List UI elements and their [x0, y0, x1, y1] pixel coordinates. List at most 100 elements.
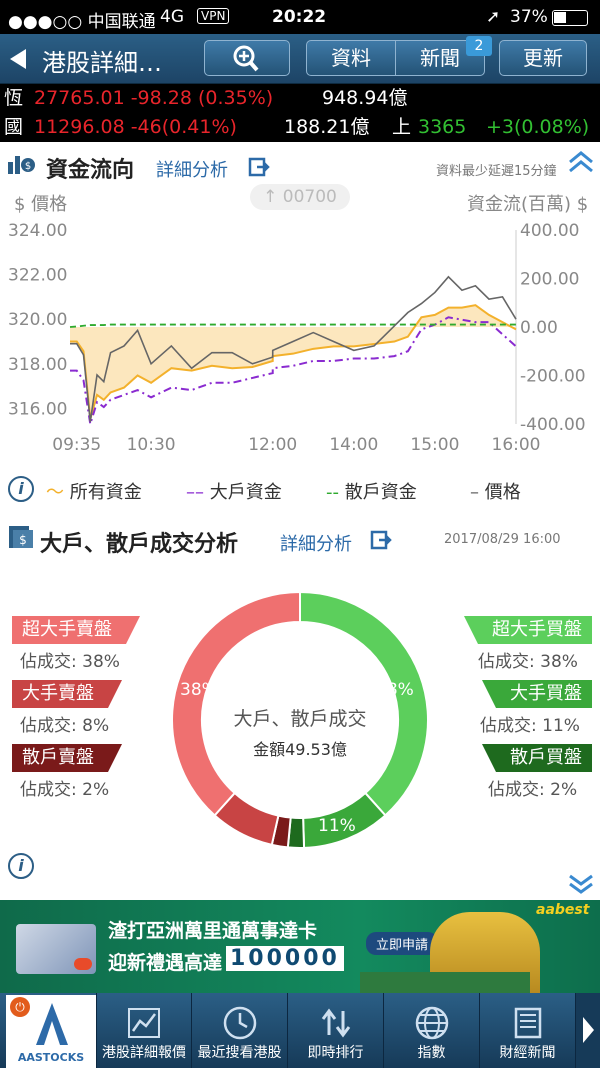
open-external-icon[interactable] — [248, 156, 270, 178]
y-right-tick-label: -400.00 — [520, 415, 586, 435]
tab-quote-detail[interactable]: 港股詳細報價 — [96, 993, 192, 1068]
vpn-badge: VPN — [197, 8, 230, 24]
legend-swatch-icon: –– — [186, 482, 210, 503]
ad-apply-button[interactable]: 立即申請 — [366, 932, 439, 955]
tab-recent-stocks[interactable]: 最近搜看港股 — [192, 993, 288, 1068]
fund-flow-detail-link[interactable]: 詳細分析 — [156, 156, 228, 182]
network: 4G — [160, 7, 184, 27]
y-left-tick-label: 322.00 — [8, 266, 67, 286]
up-label: 上 — [392, 116, 412, 138]
aastocks-logo-tab[interactable]: ⏻ AASTOCKS — [6, 995, 96, 1068]
retail-buy-label: 散戶買盤 — [482, 744, 592, 772]
x-tick-label: 10:30 — [127, 435, 176, 455]
hsi-label: 恆 — [4, 87, 24, 109]
x-tick-label: 09:35 — [52, 435, 101, 455]
clock-icon — [223, 1006, 256, 1040]
ad-banner[interactable]: 渣打亞洲萬里通萬事達卡 迎新禮遇高達 100000 立即申請 aabest — [0, 900, 600, 993]
hscei-label: 國 — [4, 116, 24, 138]
super-large-sell-label: 超大手賣盤 — [12, 616, 140, 644]
flow-axis-label: 資金流(百萬) $ — [467, 194, 589, 215]
battery-percent: 37% — [510, 7, 548, 27]
back-arrow-icon[interactable] — [10, 49, 26, 69]
large-sell-label: 大手賣盤 — [12, 680, 122, 708]
donut-label-buy-big: 38% — [376, 680, 414, 700]
ad-table-image — [360, 972, 530, 993]
hscei-turnover: 188.21億 — [284, 116, 370, 138]
info-icon[interactable]: i — [8, 476, 34, 502]
trade-analysis-title: 大戶、散戶成交分析 — [40, 532, 239, 557]
index-bar: 恆 27765.01 -98.28 (0.35%) 948.94億 國 1129… — [0, 84, 600, 142]
legend-price: – 價格 — [470, 482, 521, 503]
power-icon: ⏻ — [10, 997, 30, 1017]
donut-label-sell-big: 38% — [180, 680, 218, 700]
legend-swatch-icon: 〜 — [46, 482, 70, 503]
up-change: +3(0.08%) — [486, 116, 590, 138]
ad-amount: 100000 — [226, 946, 344, 971]
trade-timestamp: 2017/08/29 16:00 — [444, 532, 561, 547]
aastocks-logo-icon — [36, 1003, 68, 1045]
y-left-tick-label: 318.00 — [8, 355, 67, 375]
refresh-button[interactable]: 更新 — [499, 40, 587, 76]
tab-index[interactable]: 指數 — [384, 993, 480, 1068]
super-large-buy-share: 佔成交: 38% — [478, 652, 578, 672]
chart-icon — [128, 1008, 160, 1038]
legend-swatch-icon: – — [470, 482, 485, 503]
tab-bar: ⏻ AASTOCKS 港股詳細報價 最近搜看港股 即時排行 指數 財經新聞 — [0, 993, 600, 1068]
svg-text:$: $ — [25, 161, 31, 172]
location-arrow-icon: ➚ — [486, 7, 501, 27]
tab-scroll-right[interactable] — [576, 993, 600, 1068]
carrier: ●●●○○ 中国联通 — [8, 12, 156, 32]
mastercard-logo-icon — [74, 958, 92, 970]
search-button[interactable] — [204, 40, 290, 76]
tab-info[interactable]: 資料 — [306, 40, 396, 76]
globe-icon — [415, 1006, 448, 1040]
retail-sell-label: 散戶賣盤 — [12, 744, 122, 772]
credit-card-image — [16, 924, 96, 974]
fund-flow-chart: 324.00 322.00 320.00 318.00 316.00 400.00 200.… — [8, 221, 586, 455]
fund-flow-title: 資金流向 — [46, 158, 135, 183]
open-external-icon[interactable] — [370, 529, 392, 551]
super-large-sell-share: 佔成交: 38% — [20, 652, 120, 672]
up-down-arrows-icon — [321, 1008, 350, 1038]
expand-chevron-icon[interactable] — [566, 872, 596, 896]
status-bar: ●●●○○ 中国联通 4G VPN 20:22 ➚ 37% — [0, 0, 600, 34]
x-tick-label: 14:00 — [329, 435, 378, 455]
newspaper-icon — [514, 1007, 541, 1039]
y-right-tick-label: -200.00 — [520, 367, 586, 387]
y-right-tick-label: 400.00 — [520, 221, 579, 241]
up-count: 3365 — [418, 116, 467, 138]
x-tick-label: 15:00 — [410, 435, 459, 455]
stock-code-pill[interactable]: ↑ 00700 — [250, 184, 350, 210]
x-tick-label: 12:00 — [248, 435, 297, 455]
retail-sell-share: 佔成交: 2% — [20, 780, 110, 800]
legend-retail-funds: -- 散戶資金 — [326, 482, 417, 503]
news-badge: 2 — [466, 36, 492, 56]
hscei-value: 11296.08 -46(0.41%) — [34, 116, 237, 138]
legend-big-funds: –– 大戶資金 — [186, 482, 282, 503]
nav-bar: 港股詳細… 資料 新聞 2 更新 — [0, 34, 600, 84]
price-axis-label: $ 價格 — [14, 194, 68, 215]
fund-flow-icon: $ — [8, 156, 35, 174]
delay-note: 資料最少延遲15分鐘 — [436, 164, 557, 179]
legend-swatch-icon: -- — [326, 482, 345, 503]
collapse-chevron-icon[interactable] — [566, 148, 596, 174]
aastocks-logo-text: AASTOCKS — [17, 1051, 85, 1064]
info-icon[interactable]: i — [8, 853, 34, 879]
y-left-tick-label: 320.00 — [8, 310, 67, 330]
tab-ranking[interactable]: 即時排行 — [288, 993, 384, 1068]
trade-analysis-icon: $ — [9, 526, 33, 548]
magnifier-plus-icon — [233, 45, 259, 72]
y-left-tick-label: 316.00 — [8, 399, 67, 419]
svg-text:$: $ — [19, 533, 27, 547]
large-sell-share: 佔成交: 8% — [20, 716, 110, 736]
tab-financial-news[interactable]: 財經新聞 — [480, 993, 576, 1068]
nav-title[interactable]: 港股詳細… — [42, 43, 162, 78]
up-arrow-icon: ↑ — [263, 187, 278, 207]
y-right-tick-label: 200.00 — [520, 270, 579, 290]
ad-brand-logo: aabest — [536, 902, 590, 918]
battery-icon — [552, 10, 588, 26]
trade-analysis-detail-link[interactable]: 詳細分析 — [280, 530, 352, 556]
stock-code: 00700 — [282, 187, 337, 207]
hsi-value: 27765.01 -98.28 (0.35%) — [34, 87, 274, 109]
ad-line2: 迎新禮遇高達 — [108, 952, 223, 974]
